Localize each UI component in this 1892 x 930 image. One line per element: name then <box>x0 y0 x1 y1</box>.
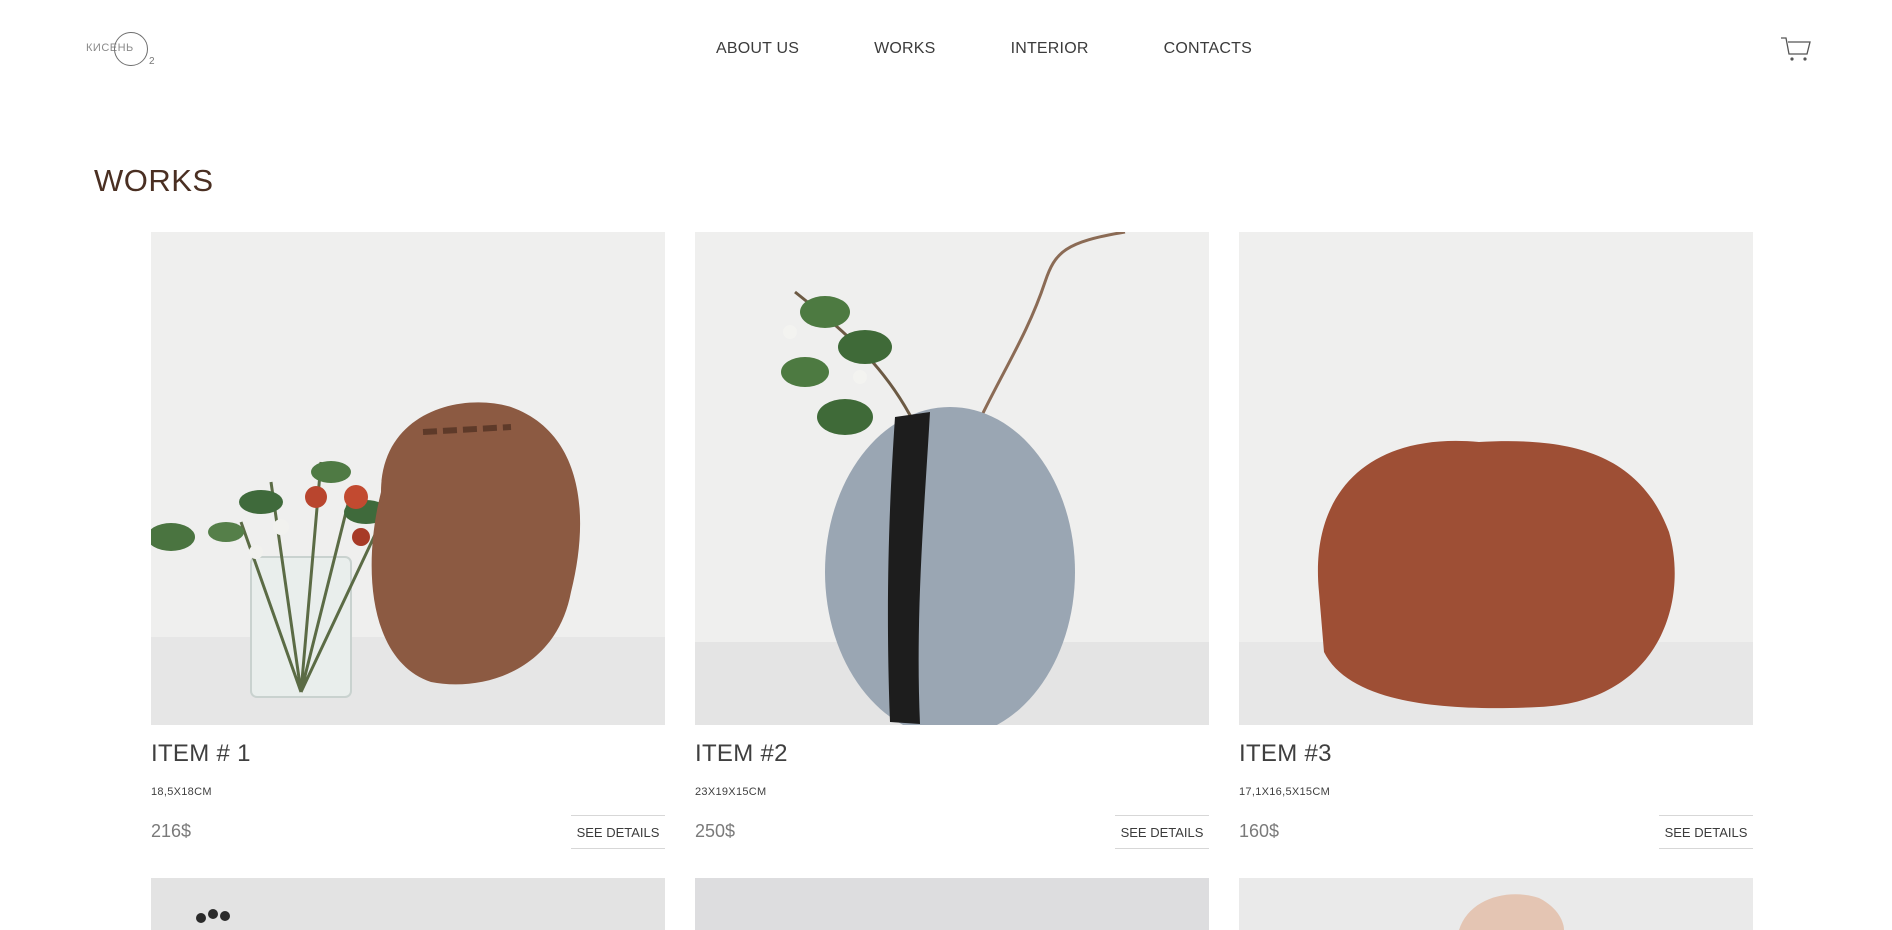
product-dims-1: 18,5X18CM <box>151 786 212 798</box>
product-image-1[interactable] <box>151 232 665 725</box>
product-title-1[interactable]: ITEM # 1 <box>151 740 251 768</box>
logo-circle <box>114 32 148 66</box>
logo-subscript: 2 <box>149 56 155 67</box>
product-price-2: 250$ <box>695 821 736 841</box>
product-card-1: ITEM # 1 18,5X18CM 216$ SEE DETAILS <box>151 232 665 852</box>
product-title-3[interactable]: ITEM #3 <box>1239 740 1332 768</box>
product-card-3: ITEM #3 17,1X16,5X15CM 160$ SEE DETAILS <box>1239 232 1753 852</box>
nav-works[interactable]: WORKS <box>874 40 935 58</box>
product-card-2: ITEM #2 23X19X15CM 250$ SEE DETAILS <box>695 232 1209 852</box>
product-image-4[interactable] <box>151 878 665 930</box>
product-price-3: 160$ <box>1239 821 1280 841</box>
main-nav: ABOUT US WORKS INTERIOR CONTACTS <box>716 40 1252 58</box>
nav-contacts[interactable]: CONTACTS <box>1164 40 1252 58</box>
product-price-1: 216$ <box>151 821 192 841</box>
product-image-5[interactable] <box>695 878 1209 930</box>
nav-about-us[interactable]: ABOUT US <box>716 40 799 58</box>
product-dims-3: 17,1X16,5X15CM <box>1239 786 1331 798</box>
logo[interactable]: КИСЕНЬ 2 <box>86 30 156 70</box>
see-details-button-2[interactable]: SEE DETAILS <box>1115 815 1209 849</box>
site-header: КИСЕНЬ 2 ABOUT US WORKS INTERIOR CONTACT… <box>0 0 1892 100</box>
page-title: WORKS <box>94 163 214 198</box>
product-image-3[interactable] <box>1239 232 1753 725</box>
product-image-6[interactable] <box>1239 878 1753 930</box>
see-details-button-1[interactable]: SEE DETAILS <box>571 815 665 849</box>
product-dims-2: 23X19X15CM <box>695 786 767 798</box>
see-details-button-3[interactable]: SEE DETAILS <box>1659 815 1753 849</box>
cart-icon[interactable] <box>1780 34 1812 64</box>
nav-interior[interactable]: INTERIOR <box>1011 40 1089 58</box>
product-image-2[interactable] <box>695 232 1209 725</box>
product-title-2[interactable]: ITEM #2 <box>695 740 788 768</box>
